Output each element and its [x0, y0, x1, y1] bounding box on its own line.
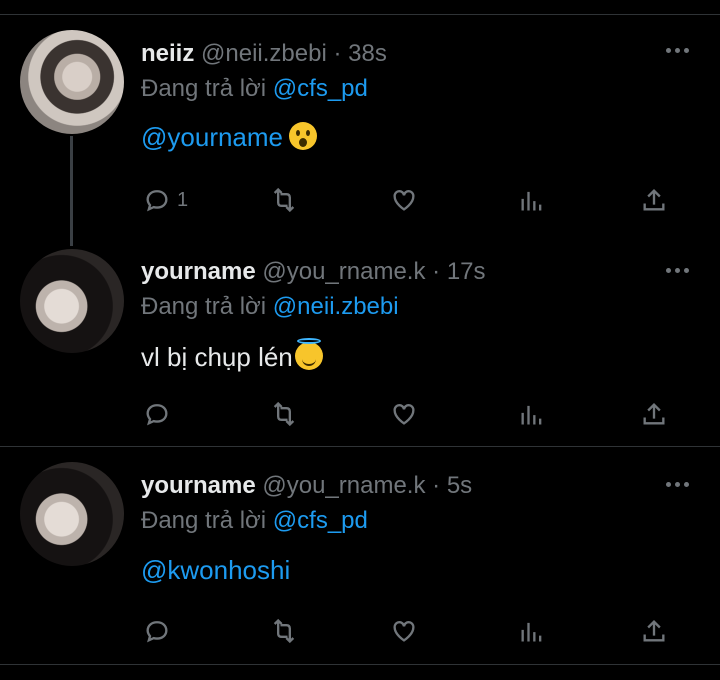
- more-options-icon[interactable]: [666, 480, 690, 488]
- replying-to: Đang trả lời @neii.zbebi: [141, 293, 399, 321]
- reply-button[interactable]: [143, 398, 177, 430]
- display-name[interactable]: yourname: [141, 258, 256, 285]
- replying-to: Đang trả lời @cfs_pd: [141, 75, 368, 103]
- replying-to-mention[interactable]: @cfs_pd: [273, 507, 368, 534]
- share-button[interactable]: [640, 398, 668, 430]
- tweet-text: vl bị chụp lén: [141, 338, 323, 373]
- share-button[interactable]: [640, 184, 668, 216]
- replying-to-label: Đang trả lời: [141, 507, 267, 534]
- tweet-2[interactable]: yourname @you_rname.k · 17s Đang trả lời…: [0, 240, 720, 446]
- share-icon: [643, 403, 665, 425]
- separator-dot: ·: [333, 40, 342, 67]
- body-text: vl bị chụp lén: [141, 342, 293, 372]
- tweet-actions: 1: [0, 184, 720, 216]
- like-icon: [393, 404, 415, 425]
- timestamp[interactable]: 38s: [348, 40, 387, 67]
- like-button[interactable]: [390, 615, 418, 647]
- tweet-header: yourname @you_rname.k · 5s: [141, 472, 472, 500]
- smiling-face-with-halo-emoji: [294, 338, 323, 370]
- timestamp[interactable]: 5s: [447, 472, 472, 499]
- retweet-icon: [273, 187, 295, 213]
- retweet-icon: [273, 618, 295, 644]
- user-handle[interactable]: @you_rname.k: [262, 258, 425, 285]
- retweet-button[interactable]: [270, 398, 298, 430]
- separator-dot: ·: [432, 258, 441, 285]
- replying-to-mention[interactable]: @neii.zbebi: [273, 293, 399, 320]
- more-options-icon[interactable]: [666, 46, 690, 54]
- bottom-divider: [0, 664, 720, 665]
- tweet-text: @kwonhoshi: [141, 555, 290, 586]
- display-name[interactable]: yourname: [141, 472, 256, 499]
- like-icon: [393, 621, 415, 642]
- views-button[interactable]: [518, 184, 546, 216]
- share-icon: [643, 189, 665, 211]
- user-handle[interactable]: @you_rname.k: [262, 472, 425, 499]
- tweet-header: neiiz @neii.zbebi · 38s: [141, 40, 387, 68]
- timestamp[interactable]: 17s: [447, 258, 486, 285]
- user-handle[interactable]: @neii.zbebi: [201, 40, 327, 67]
- replying-to-label: Đang trả lời: [141, 293, 267, 320]
- reply-count: 1: [177, 188, 189, 211]
- like-icon: [393, 190, 415, 211]
- views-icon: [521, 622, 542, 642]
- tweet-actions: [0, 615, 720, 647]
- tweet-text: @yourname: [141, 122, 318, 153]
- avatar[interactable]: [20, 30, 124, 134]
- views-icon: [521, 405, 542, 425]
- tweet-3[interactable]: yourname @you_rname.k · 5s Đang trả lời …: [0, 447, 720, 665]
- retweet-button[interactable]: [270, 615, 298, 647]
- retweet-icon: [273, 401, 295, 427]
- avatar[interactable]: [20, 249, 124, 353]
- body-mention[interactable]: @yourname: [141, 122, 283, 152]
- more-options-icon[interactable]: [666, 266, 690, 274]
- separator-dot: ·: [432, 472, 441, 499]
- reply-button[interactable]: [143, 615, 177, 647]
- tweet-header: yourname @you_rname.k · 17s: [141, 258, 486, 286]
- views-button[interactable]: [518, 398, 546, 430]
- reply-icon: [146, 404, 168, 426]
- replying-to-label: Đang trả lời: [141, 75, 267, 102]
- reply-button[interactable]: 1: [143, 184, 188, 216]
- tweet-actions: [0, 398, 720, 430]
- astonished-face-emoji: [289, 122, 318, 150]
- display-name[interactable]: neiiz: [141, 40, 194, 67]
- views-button[interactable]: [518, 615, 546, 647]
- views-icon: [521, 191, 542, 211]
- reply-icon: [146, 621, 168, 643]
- avatar[interactable]: [20, 462, 124, 566]
- share-button[interactable]: [640, 615, 668, 647]
- share-icon: [643, 620, 665, 642]
- tweet-1[interactable]: neiiz @neii.zbebi · 38s Đang trả lời @cf…: [0, 0, 720, 246]
- reply-icon: [146, 190, 168, 212]
- replying-to-mention[interactable]: @cfs_pd: [273, 75, 368, 102]
- like-button[interactable]: [390, 184, 418, 216]
- retweet-button[interactable]: [270, 184, 298, 216]
- like-button[interactable]: [390, 398, 418, 430]
- body-mention[interactable]: @kwonhoshi: [141, 555, 290, 585]
- replying-to: Đang trả lời @cfs_pd: [141, 507, 368, 535]
